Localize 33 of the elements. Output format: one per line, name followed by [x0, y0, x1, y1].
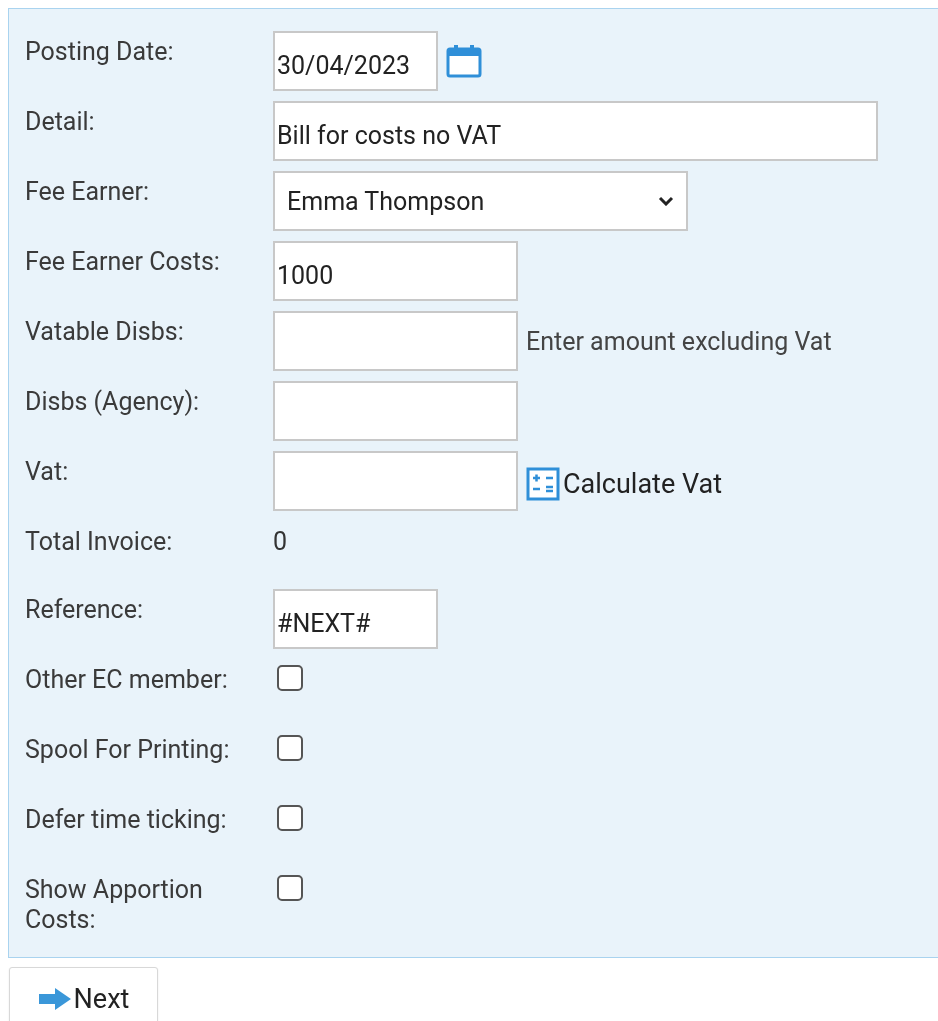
field-label: Show Apportion Costs: — [25, 874, 204, 935]
field-label: Vat: — [25, 456, 70, 488]
input-field[interactable]: Bill for costs no VAT — [273, 101, 878, 161]
input-field[interactable]: 1000 — [273, 241, 518, 301]
dropdown[interactable]: Emma Thompson — [273, 171, 688, 231]
input-field[interactable] — [273, 381, 518, 441]
input-field[interactable] — [273, 311, 518, 371]
next-button[interactable]: Next — [9, 967, 158, 1021]
field-label: Defer time ticking: — [25, 804, 228, 836]
calendar-icon[interactable] — [446, 44, 482, 78]
calculator-icon — [526, 467, 560, 501]
input-field[interactable] — [273, 451, 518, 511]
field-label: Fee Earner: — [25, 176, 151, 208]
field-label: Spool For Printing: — [25, 734, 231, 766]
checkbox[interactable] — [277, 665, 303, 691]
calculate-link[interactable]: Calculate Vat — [526, 451, 723, 501]
checkbox[interactable] — [277, 875, 303, 901]
field-label: Vatable Disbs: — [25, 316, 185, 348]
field-label: Detail: — [25, 106, 96, 138]
field-label: Posting Date: — [25, 36, 175, 68]
checkbox[interactable] — [277, 735, 303, 761]
field-label: Reference: — [25, 594, 145, 626]
arrow-right-icon — [37, 986, 72, 1011]
input-field[interactable]: 30/04/2023 — [273, 31, 438, 91]
total-value: 0 — [273, 526, 288, 556]
field-label: Other EC member: — [25, 664, 229, 696]
field-label: Fee Earner Costs: — [25, 246, 221, 278]
input-field[interactable]: #NEXT# — [273, 589, 438, 649]
checkbox[interactable] — [277, 805, 303, 831]
field-label: Disbs (Agency): — [25, 386, 201, 418]
hint-text: Enter amount excluding Vat — [526, 326, 832, 356]
chevron-down-icon — [658, 196, 674, 206]
field-label: Total Invoice: — [25, 526, 174, 558]
